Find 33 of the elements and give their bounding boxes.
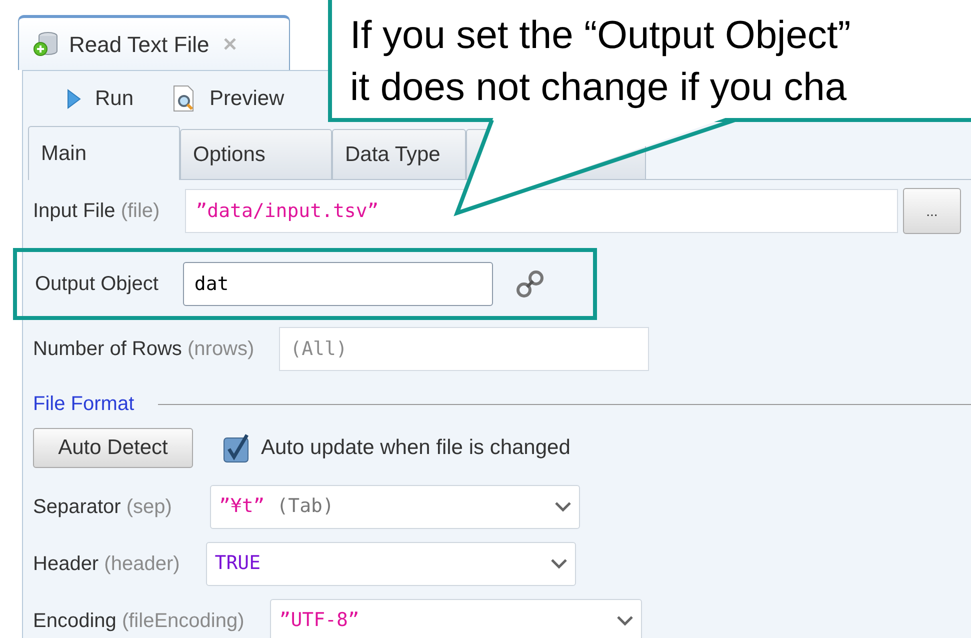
database-add-icon [33, 31, 59, 57]
auto-update-checkbox[interactable]: Auto update when file is changed [223, 432, 570, 464]
input-field[interactable]: dat [183, 262, 494, 306]
tab[interactable]: Data Type [332, 129, 466, 180]
checkbox-checked-icon [223, 433, 251, 463]
tab-title: Read Text File [69, 30, 210, 58]
chevron-down-icon [617, 616, 634, 626]
run-button[interactable]: Run [67, 82, 134, 114]
input-field[interactable]: ”data/input.tsv” [184, 189, 898, 233]
play-icon [67, 88, 81, 108]
editor-tab[interactable]: Read Text File [18, 15, 290, 70]
field-label: Encoding (fileEncoding) [33, 608, 244, 634]
section-title: File Format [33, 392, 134, 417]
tab[interactable]: Options [180, 129, 332, 180]
browse-button[interactable]: ... [903, 188, 961, 234]
dropdown[interactable]: TRUE [206, 542, 576, 586]
field-label: Output Object [35, 272, 158, 297]
field-label: Header (header) [33, 552, 180, 576]
auto-detect-button[interactable]: Auto Detect [33, 428, 193, 468]
chevron-down-icon [554, 502, 571, 512]
chain-link-icon[interactable] [515, 269, 546, 299]
dropdown[interactable]: ”UTF-8” [270, 598, 642, 638]
tab[interactable]: Main [28, 126, 180, 180]
preview-button[interactable]: Preview [172, 82, 284, 114]
dropdown[interactable]: ”¥t” (Tab) [210, 484, 580, 528]
field-label: Input File (file) [33, 199, 160, 224]
callout-text: If you set the “Output Object” [350, 13, 852, 59]
chevron-down-icon [550, 558, 567, 568]
field-label: Separator (sep) [33, 494, 172, 520]
document-magnifier-icon [172, 84, 196, 112]
callout-text: it does not change if you cha [350, 65, 848, 111]
input-field[interactable]: (All) [279, 327, 650, 371]
field-label: Number of Rows (nrows) [33, 337, 254, 362]
